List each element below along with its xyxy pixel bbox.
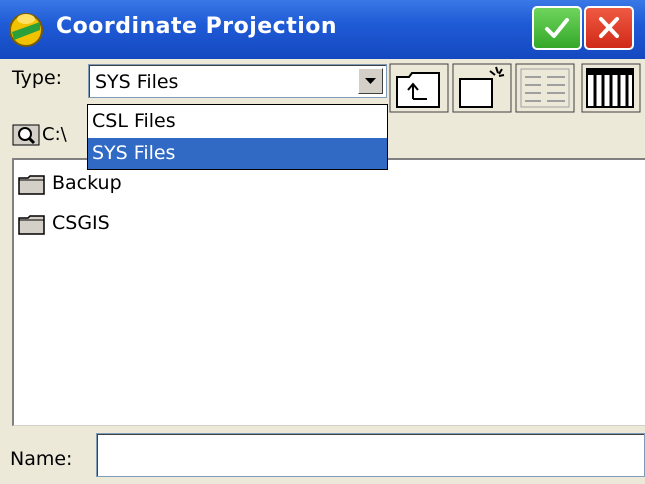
- type-dropdown-list[interactable]: CSL Files SYS Files: [87, 104, 388, 170]
- file-list[interactable]: Backup CSGIS: [12, 158, 645, 426]
- type-select-value: SYS Files: [95, 71, 179, 93]
- new-folder-button[interactable]: [452, 63, 512, 113]
- dropdown-option-label: CSL Files: [92, 110, 176, 132]
- title-bar: Coordinate Projection: [0, 0, 645, 59]
- folder-icon: [18, 175, 45, 195]
- up-folder-button[interactable]: [389, 63, 449, 113]
- close-button[interactable]: [584, 6, 634, 50]
- search-folder-icon: [12, 124, 40, 146]
- list-item-label: Backup: [52, 172, 122, 194]
- name-input[interactable]: [96, 433, 645, 477]
- detail-view-icon: [581, 63, 641, 113]
- folder-icon: [18, 215, 45, 235]
- check-icon: [545, 18, 569, 38]
- up-folder-icon: [389, 63, 449, 113]
- path-text: C:\: [42, 124, 67, 145]
- type-label: Type:: [12, 67, 63, 89]
- type-select[interactable]: SYS Files: [88, 64, 387, 98]
- list-item-label: CSGIS: [52, 212, 110, 234]
- list-view-button[interactable]: [515, 63, 575, 113]
- close-icon: [599, 17, 619, 38]
- list-view-icon: [515, 63, 575, 113]
- ok-button[interactable]: [532, 6, 582, 50]
- new-folder-icon: [452, 63, 512, 113]
- app-icon: [9, 13, 43, 47]
- dropdown-option-label: SYS Files: [92, 142, 176, 164]
- detail-view-button[interactable]: [581, 63, 641, 113]
- name-label: Name:: [10, 448, 73, 470]
- dropdown-option-csl[interactable]: CSL Files: [88, 106, 387, 137]
- dropdown-option-sys[interactable]: SYS Files: [88, 138, 387, 169]
- window-title: Coordinate Projection: [56, 14, 338, 39]
- chevron-down-icon[interactable]: [358, 68, 383, 94]
